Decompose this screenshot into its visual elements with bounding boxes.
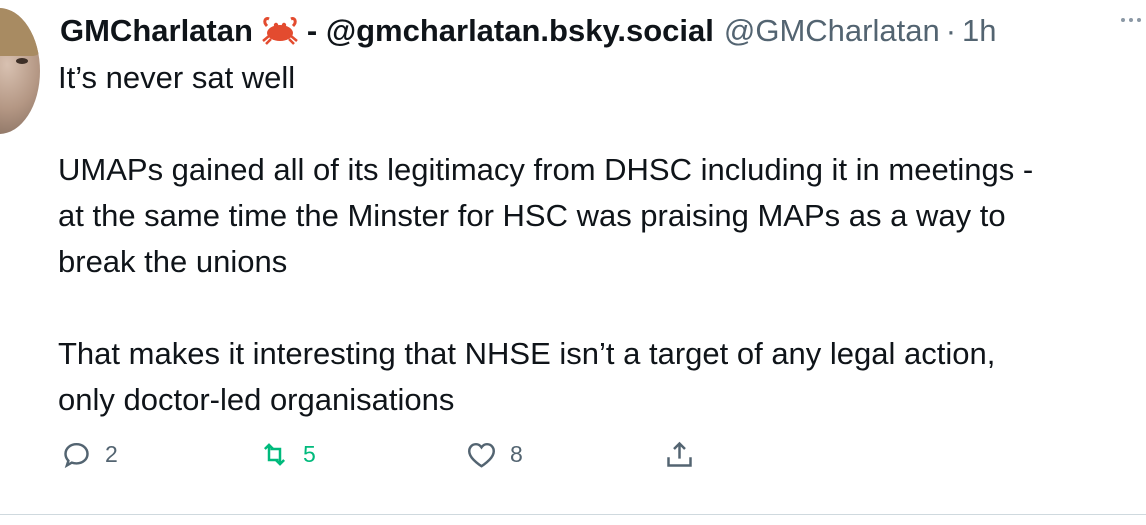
divider [0, 514, 1146, 515]
share-icon [667, 441, 692, 467]
bluesky-handle: - @gmcharlatan.bsky.social [306, 13, 714, 48]
like-count: 8 [510, 441, 523, 467]
like-icon [468, 442, 495, 468]
reply-button[interactable]: 2 [60, 438, 118, 471]
author-name[interactable]: GMCharlatan [60, 12, 253, 50]
retweet-count: 5 [303, 441, 316, 467]
separator-dot: · [945, 13, 957, 48]
avatar-eye [16, 58, 28, 64]
tweet-actions: 2 5 8 [60, 438, 820, 486]
author-handle[interactable]: @GMCharlatan [724, 12, 940, 50]
avatar-hair [0, 8, 40, 56]
share-button[interactable] [663, 438, 696, 471]
retweet-button[interactable]: 5 [258, 438, 316, 471]
more-dot [1137, 18, 1141, 22]
avatar[interactable] [0, 8, 40, 134]
reply-icon [64, 442, 89, 469]
reply-count: 2 [105, 441, 118, 467]
like-button[interactable]: 8 [465, 438, 523, 471]
crab-emoji-icon [262, 17, 298, 45]
more-icon[interactable] [1116, 10, 1146, 30]
timestamp[interactable]: 1h [962, 12, 996, 50]
more-dot [1121, 18, 1125, 22]
more-dot [1129, 18, 1133, 22]
tweet-text: It’s never sat well UMAPs gained all of … [58, 60, 1034, 417]
tweet-header: GMCharlatan - @gmcharlatan.bsky.social @… [60, 10, 1136, 52]
retweet-icon [263, 443, 286, 466]
